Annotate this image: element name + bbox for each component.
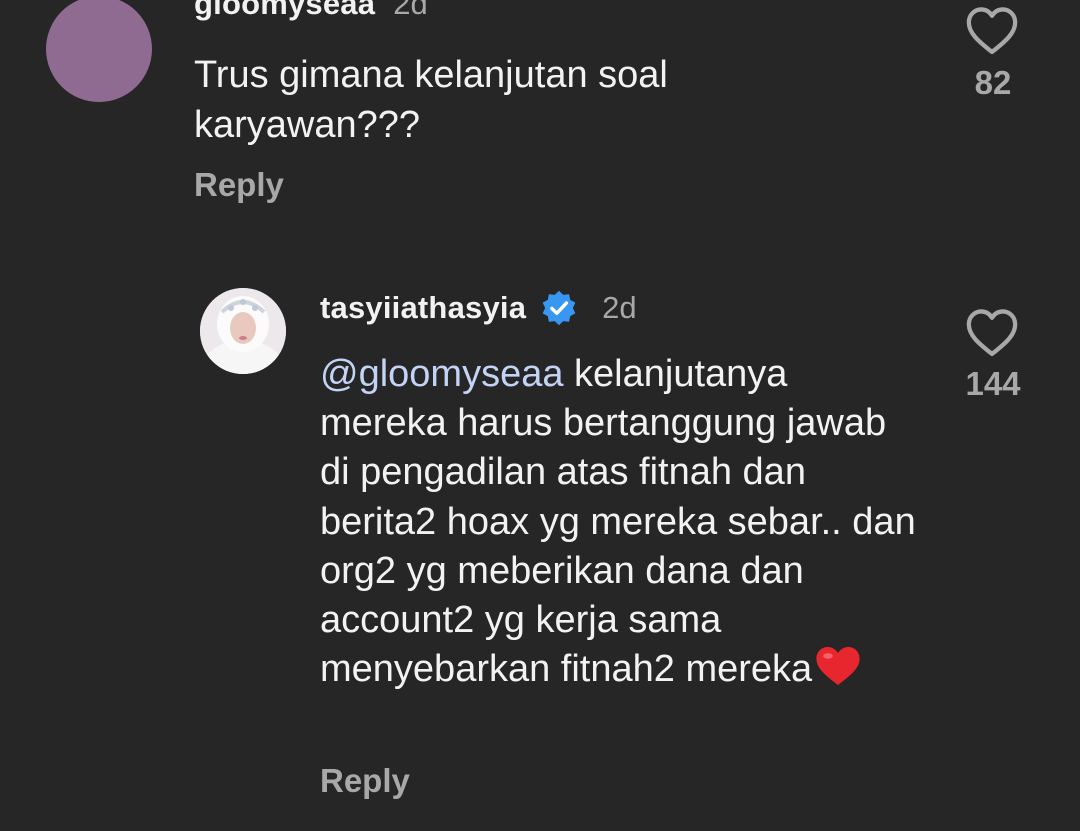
heart-outline-icon [966, 7, 1018, 55]
comment-timestamp: 2d [602, 290, 637, 325]
comment-username[interactable]: gloomyseaa [194, 0, 375, 21]
like-count: 82 [974, 64, 1012, 101]
avatar[interactable] [46, 0, 152, 102]
comments-thread: gloomyseaa 2d Trus gimana kelanjutan soal… [0, 0, 1080, 831]
like-count: 144 [965, 365, 1021, 402]
reply-button[interactable]: Reply [320, 762, 410, 800]
red-heart-emoji-icon [816, 647, 860, 686]
comment-username[interactable]: tasyiiathasyia [320, 288, 526, 328]
comment-text: @gloomyseaa kelanjutanya mereka harus be… [320, 350, 920, 694]
verified-badge-icon [542, 290, 576, 326]
comment-timestamp: 2d [393, 0, 428, 21]
comment-body: kelanjutanya mereka harus bertanggung ja… [320, 353, 916, 691]
profile-photo [200, 288, 286, 374]
comment-text: Trus gimana kelanjutan soal karyawan??? [194, 54, 668, 146]
avatar[interactable] [200, 288, 286, 374]
comment-header: tasyiiathasyia 2d [320, 288, 637, 328]
mention-link[interactable]: @gloomyseaa [320, 353, 563, 395]
like-button[interactable] [962, 306, 1022, 358]
heart-outline-icon [966, 309, 1018, 357]
comment-header: gloomyseaa 2d [194, 0, 428, 22]
reply-button[interactable]: Reply [194, 166, 284, 204]
like-button[interactable] [962, 4, 1022, 56]
